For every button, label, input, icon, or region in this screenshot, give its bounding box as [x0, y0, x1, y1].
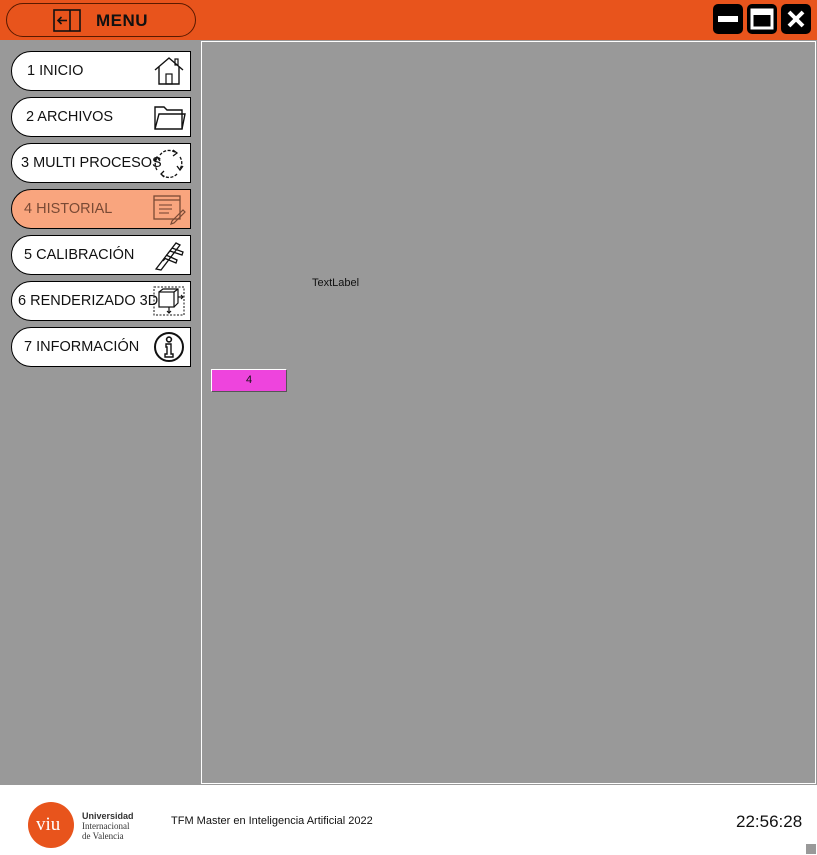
- sidebar-item-inicio[interactable]: 1 INICIO: [11, 51, 191, 91]
- sidebar-item-informacion[interactable]: 7 INFORMACIÓN: [11, 327, 191, 367]
- pink-action-button[interactable]: 4: [211, 369, 287, 392]
- sidebar-item-calibracion[interactable]: 5 CALIBRACIÓN: [11, 235, 191, 275]
- home-icon: [154, 57, 184, 85]
- maximize-icon: [750, 8, 774, 30]
- logo-line-3: de Valencia: [82, 831, 124, 841]
- sidebar-item-renderizado-3d[interactable]: 6 RENDERIZADO 3D: [11, 281, 191, 321]
- menu-label: MENU: [96, 11, 149, 30]
- sidebar-item-label: 3 MULTI PROCESOS: [21, 155, 162, 171]
- logo-mark: viu: [36, 814, 61, 835]
- sidebar-item-label: 6 RENDERIZADO 3D: [18, 293, 159, 309]
- text-label: TextLabel: [312, 277, 360, 289]
- logo-text: Universidad Internacional de Valencia: [82, 811, 134, 841]
- sidebar-item-multi-procesos[interactable]: 3 MULTI PROCESOS: [11, 143, 191, 183]
- document-edit-icon: [153, 195, 186, 225]
- sidebar: 1 INICIO 2 ARCHIVOS 3 MULTI PROCESOS 4 H…: [0, 40, 200, 785]
- sidebar-item-historial[interactable]: 4 HISTORIAL: [11, 189, 191, 229]
- clock: 22:56:28: [736, 812, 803, 831]
- render-cube-icon: [153, 286, 185, 316]
- logo-line-2: Internacional: [82, 821, 130, 831]
- viu-logo: viu Universidad Internacional de Valenci…: [28, 802, 148, 850]
- caliper-icon: [154, 242, 184, 271]
- minimize-icon: [718, 16, 738, 22]
- resize-grip[interactable]: [806, 844, 816, 854]
- logo-line-1: Universidad: [82, 811, 134, 821]
- close-button[interactable]: [781, 4, 811, 34]
- sidebar-item-label: 7 INFORMACIÓN: [24, 339, 140, 355]
- maximize-button[interactable]: [747, 4, 777, 34]
- sidebar-item-label: 1 INICIO: [27, 63, 84, 79]
- menu-button[interactable]: MENU: [6, 3, 196, 37]
- cycle-arrows-icon: [153, 149, 184, 179]
- minimize-button[interactable]: [713, 4, 743, 34]
- title-bar: MENU: [0, 0, 817, 40]
- footer-caption: TFM Master en Inteligencia Artificial 20…: [171, 815, 373, 827]
- sidebar-item-label: 5 CALIBRACIÓN: [24, 247, 135, 263]
- close-icon: [787, 10, 805, 28]
- footer: viu Universidad Internacional de Valenci…: [0, 785, 817, 855]
- content-panel: TextLabel 4: [201, 41, 816, 784]
- sidebar-item-archivos[interactable]: 2 ARCHIVOS: [11, 97, 191, 137]
- info-icon: [154, 332, 184, 362]
- exit-arrow-icon: [53, 9, 81, 32]
- sidebar-item-label: 4 HISTORIAL: [24, 201, 113, 217]
- folder-icon: [154, 106, 186, 130]
- sidebar-item-label: 2 ARCHIVOS: [26, 109, 114, 125]
